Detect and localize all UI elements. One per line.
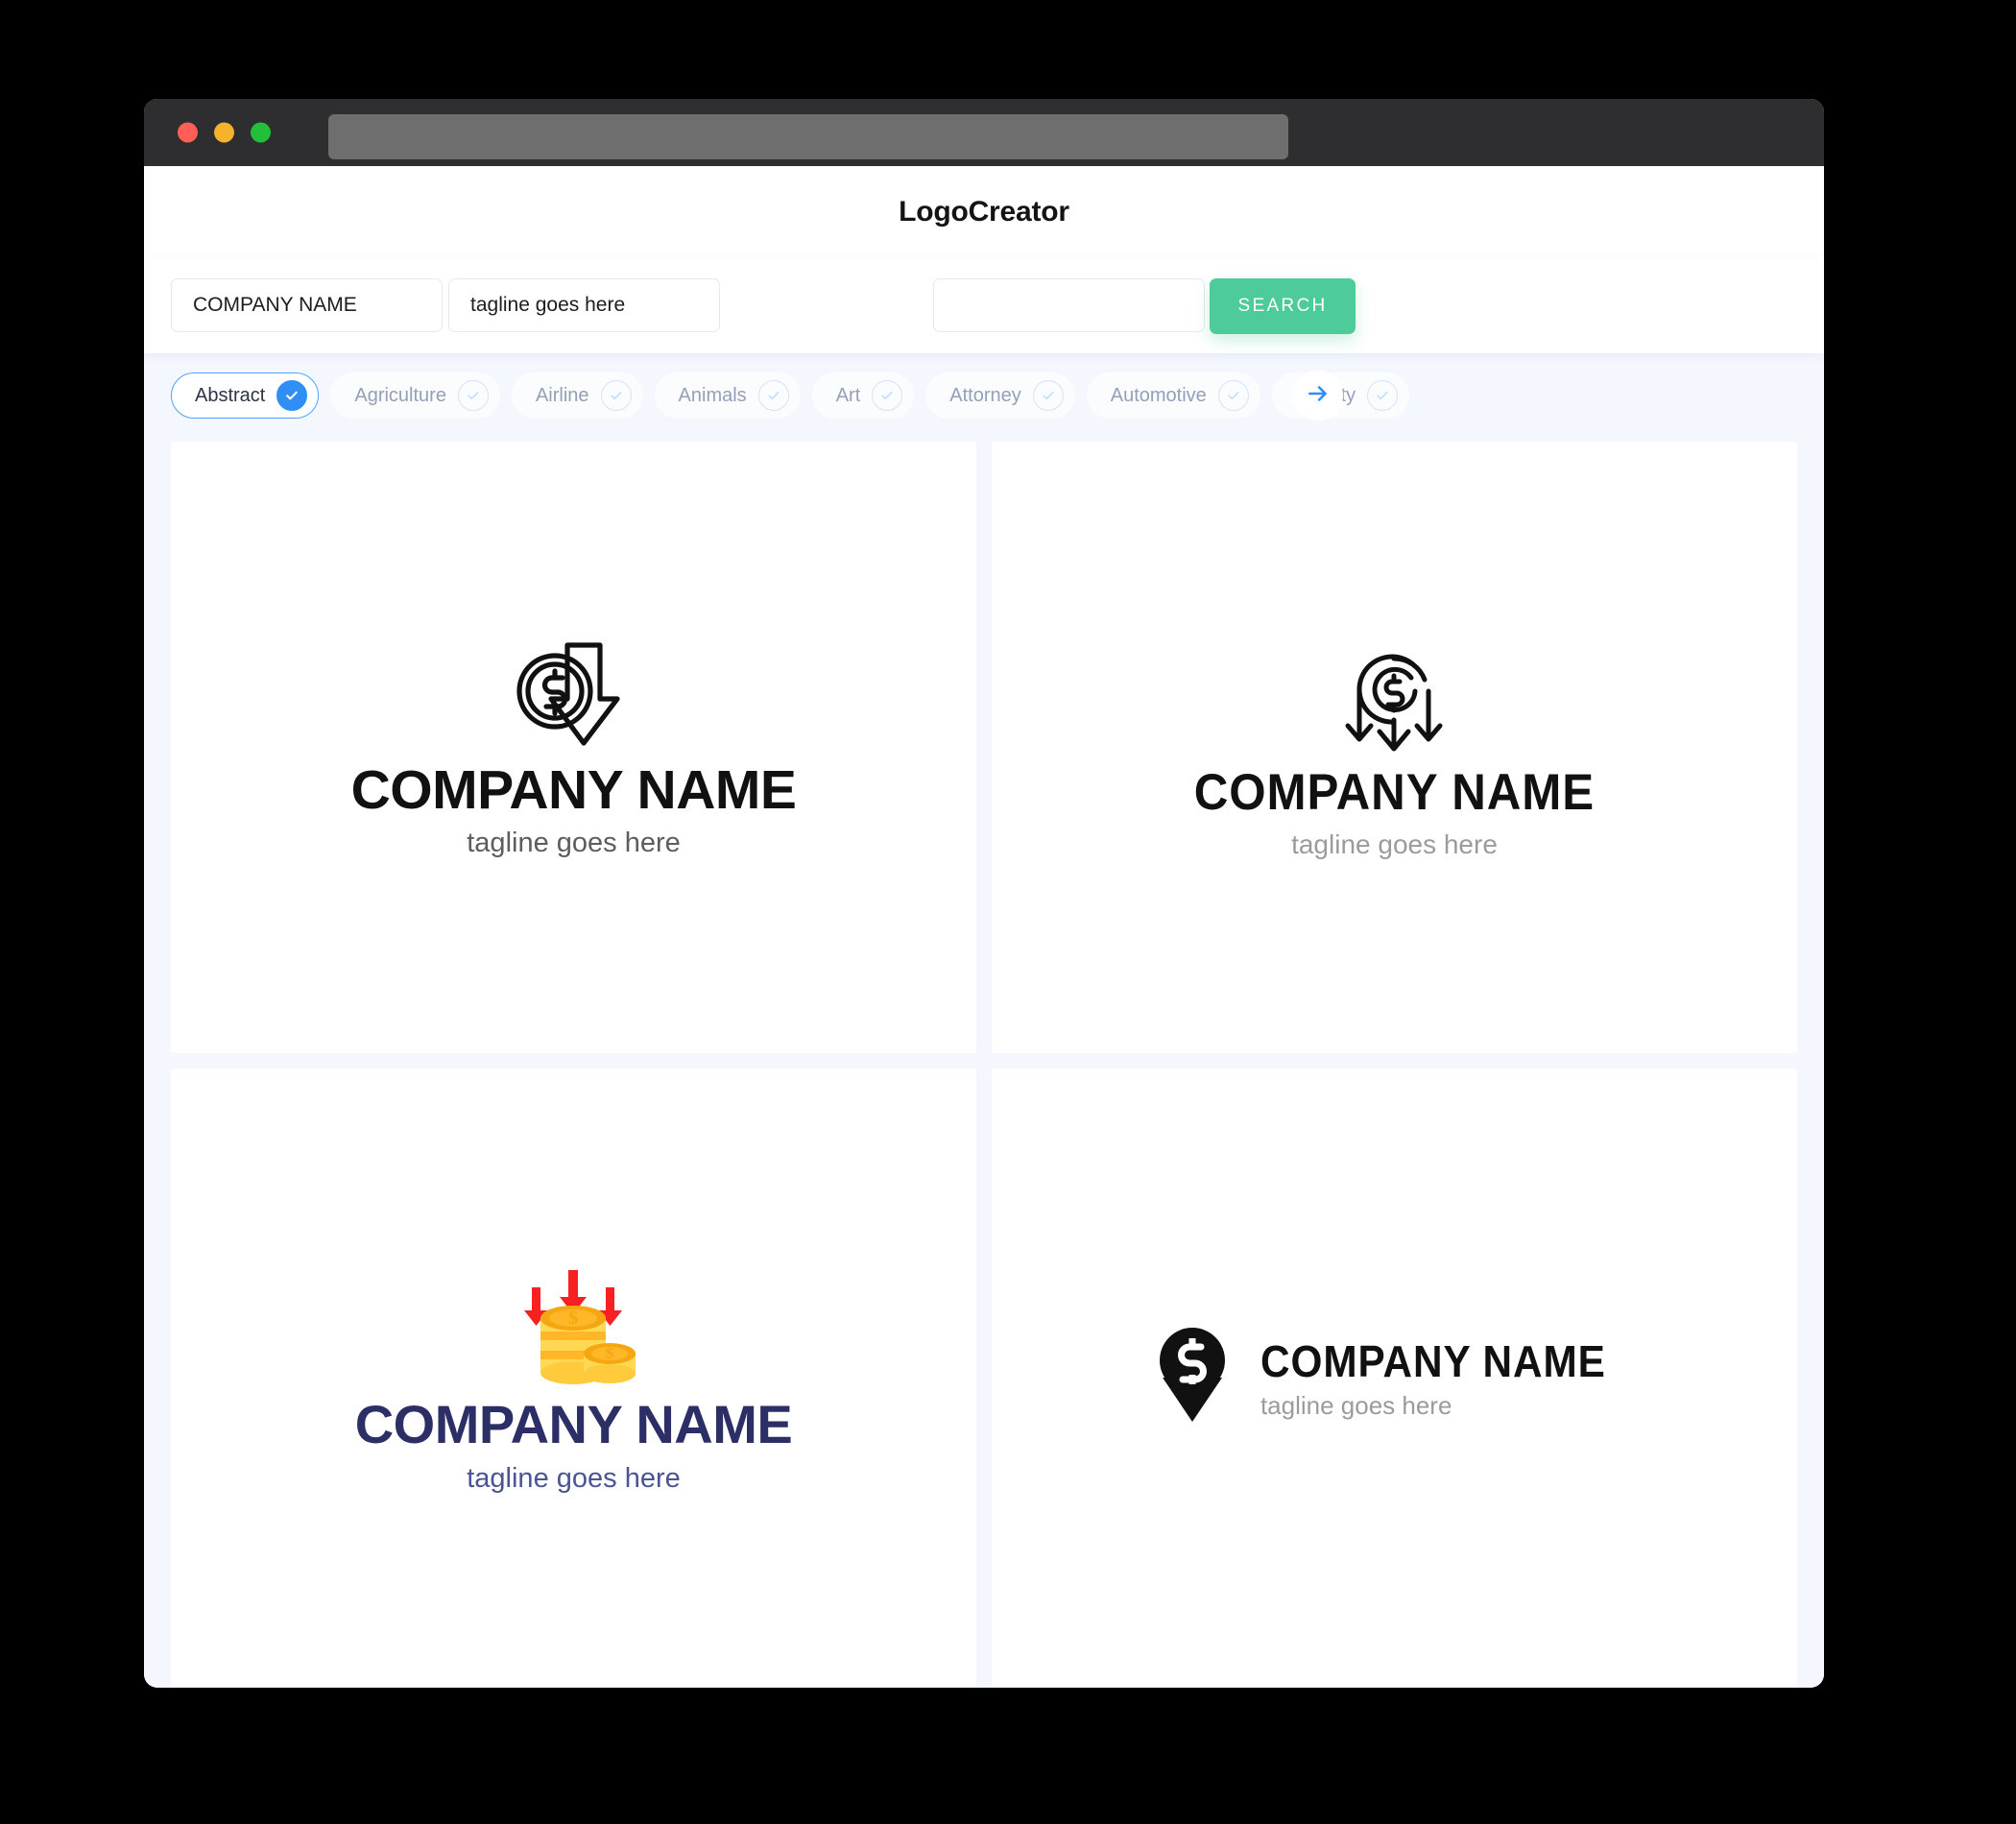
category-label: Airline (535, 384, 589, 406)
check-icon (1217, 380, 1249, 411)
company-name-input[interactable]: COMPANY NAME (171, 278, 443, 332)
check-icon (1367, 380, 1399, 411)
tagline-value: tagline goes here (470, 294, 626, 316)
logo-preview: COMPANY NAME tagline goes here (1179, 637, 1610, 858)
traffic-lights (178, 122, 271, 143)
url-bar[interactable] (328, 114, 1288, 159)
logo-card[interactable]: $ $ COMPANY NAME tagline goes here (171, 1068, 976, 1688)
svg-text:$: $ (568, 1308, 578, 1329)
category-label: Automotive (1110, 384, 1207, 406)
search-toolbar: COMPANY NAME tagline goes here SEARCH (144, 257, 1824, 353)
dollar-coin-down-arrow-outline-icon (513, 637, 636, 756)
category-label: Abstract (195, 384, 266, 406)
maximize-window-button[interactable] (251, 122, 271, 143)
tagline-input[interactable]: tagline goes here (448, 278, 720, 332)
logo-tagline: tagline goes here (467, 1462, 681, 1494)
category-pill-art[interactable]: Art (811, 372, 915, 419)
logo-card[interactable]: COMPANY NAME tagline goes here (992, 1068, 1797, 1688)
logo-tagline: tagline goes here (1291, 828, 1498, 859)
browser-titlebar (144, 99, 1824, 166)
category-pill-animals[interactable]: Animals (654, 372, 801, 419)
category-pill-list: Abstract Agriculture Airline Animals Art… (171, 372, 1410, 419)
category-label: Attorney (949, 384, 1021, 406)
gold-coin-stack-red-arrows-icon: $ $ (505, 1264, 641, 1390)
logo-preview: $ $ COMPANY NAME tagline goes here (355, 1264, 793, 1493)
browser-window: LogoCreator COMPANY NAME tagline goes he… (144, 99, 1824, 1688)
logo-results-grid: COMPANY NAME tagline goes here COMPANY N… (144, 442, 1824, 1688)
search-button[interactable]: SEARCH (1210, 278, 1356, 334)
minimize-window-button[interactable] (214, 122, 234, 143)
logo-card[interactable]: COMPANY NAME tagline goes here (171, 442, 976, 1053)
logo-text-block: COMPANY NAME tagline goes here (1260, 1339, 1636, 1418)
category-label: Art (835, 384, 861, 406)
keyword-input[interactable] (933, 278, 1205, 332)
close-window-button[interactable] (178, 122, 198, 143)
logo-card[interactable]: COMPANY NAME tagline goes here (992, 442, 1797, 1053)
category-pill-airline[interactable]: Airline (511, 372, 643, 419)
logo-preview: COMPANY NAME tagline goes here (351, 637, 797, 857)
logo-company-name: COMPANY NAME (354, 1393, 793, 1454)
logo-company-name: COMPANY NAME (1260, 1335, 1606, 1386)
logo-preview: COMPANY NAME tagline goes here (1153, 1322, 1636, 1434)
category-label: Agriculture (354, 384, 446, 406)
check-icon (1032, 380, 1064, 411)
category-pill-attorney[interactable]: Attorney (925, 372, 1075, 419)
next-categories-button[interactable] (1293, 371, 1343, 420)
check-icon (600, 380, 632, 411)
logo-tagline: tagline goes here (1260, 1390, 1452, 1420)
category-filter-bar: Abstract Agriculture Airline Animals Art… (144, 353, 1824, 442)
logo-company-name: COMPANY NAME (350, 759, 797, 821)
logo-company-name: COMPANY NAME (1193, 763, 1596, 821)
dollar-coin-solid-down-arrow-icon (1153, 1322, 1232, 1434)
app-title: LogoCreator (899, 195, 1069, 228)
category-pill-automotive[interactable]: Automotive (1086, 372, 1260, 419)
check-icon (276, 380, 308, 411)
check-icon (457, 380, 489, 411)
app-header: LogoCreator (144, 166, 1824, 257)
logo-tagline: tagline goes here (467, 828, 681, 858)
category-pill-agriculture[interactable]: Agriculture (330, 372, 500, 419)
company-name-value: COMPANY NAME (193, 294, 357, 316)
svg-text:$: $ (606, 1344, 614, 1362)
check-icon (872, 380, 903, 411)
check-icon (757, 380, 789, 411)
dollar-coin-three-arrows-down-outline-icon (1338, 637, 1450, 759)
category-label: Animals (678, 384, 747, 406)
arrow-right-icon (1306, 381, 1331, 411)
category-pill-abstract[interactable]: Abstract (171, 372, 320, 419)
